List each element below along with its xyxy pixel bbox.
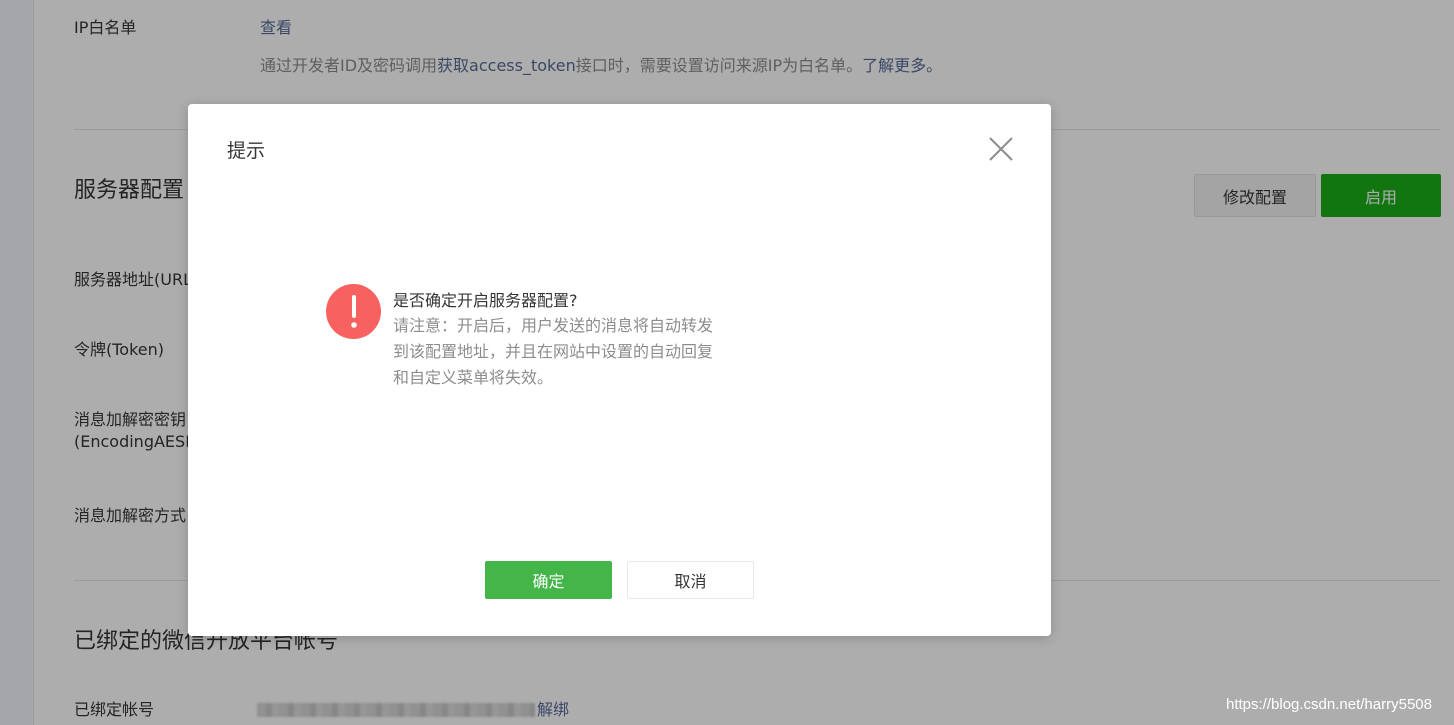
exclamation-icon xyxy=(326,284,381,339)
confirm-button[interactable]: 确定 xyxy=(485,561,612,599)
close-icon[interactable] xyxy=(986,134,1016,164)
dialog-message-body: 请注意：开启后，用户发送的消息将自动转发到该配置地址，并且在网站中设置的自动回复… xyxy=(393,316,714,387)
dialog-message-title: 是否确定开启服务器配置? xyxy=(393,291,578,310)
confirm-dialog: 提示 是否确定开启服务器配置? 请注意：开启后，用户发送的消息将自动转发到该配置… xyxy=(188,104,1051,636)
cancel-button[interactable]: 取消 xyxy=(627,561,754,599)
dialog-title: 提示 xyxy=(227,140,266,162)
watermark: https://blog.csdn.net/harry5508 xyxy=(1226,696,1432,713)
